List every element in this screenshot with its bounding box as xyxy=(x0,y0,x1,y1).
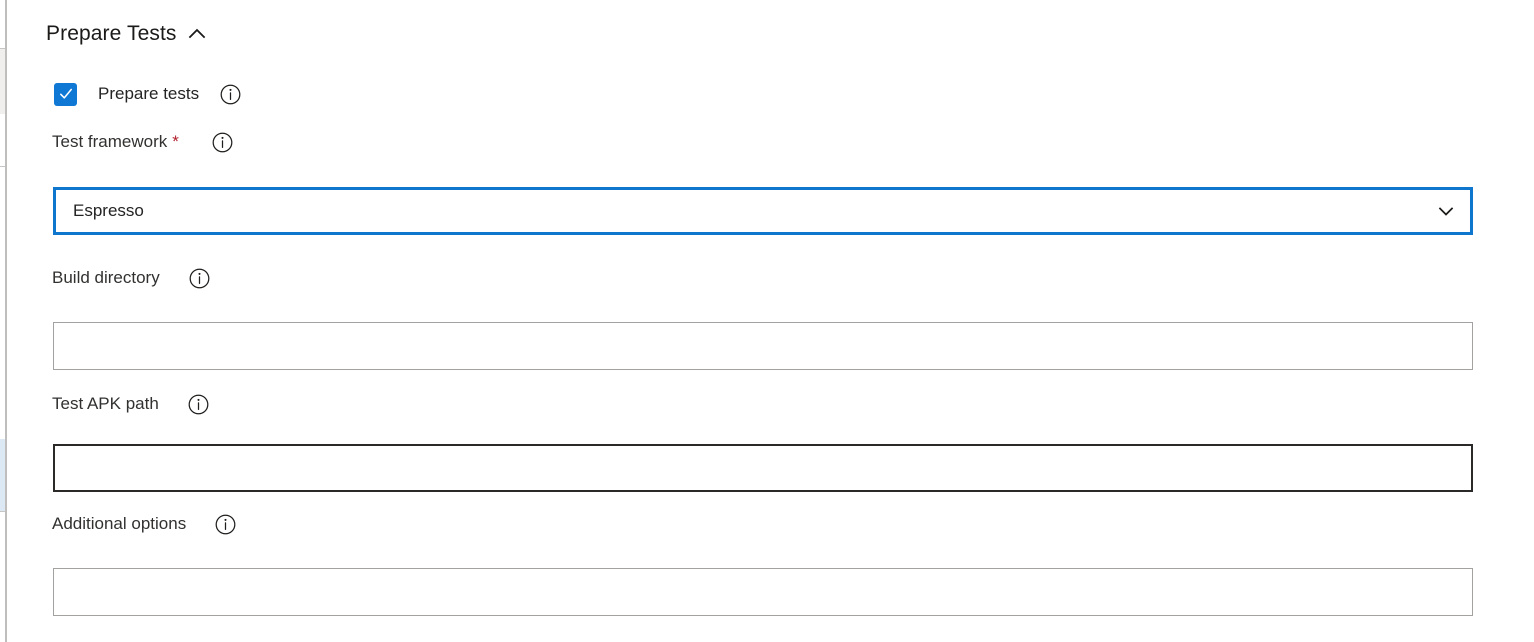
test-framework-dropdown[interactable]: Espresso xyxy=(53,187,1473,235)
section-title: Prepare Tests xyxy=(46,22,177,45)
test-framework-selected-value: Espresso xyxy=(73,201,144,220)
prepare-tests-checkbox-label[interactable]: Prepare tests xyxy=(98,82,199,106)
prepare-tests-form: Prepare Tests Prepare tests Test framewo… xyxy=(0,0,1534,642)
sidebar-edge-strip xyxy=(0,0,7,642)
info-icon[interactable] xyxy=(189,268,210,289)
info-icon[interactable] xyxy=(188,394,209,415)
additional-options-label-row: Additional options xyxy=(52,512,236,536)
content-pane: Prepare Tests Prepare tests Test framewo… xyxy=(7,0,1534,642)
build-directory-label: Build directory xyxy=(52,268,160,287)
test-apk-path-label-row: Test APK path xyxy=(52,392,209,416)
additional-options-label: Additional options xyxy=(52,514,187,533)
section-header-prepare-tests[interactable]: Prepare Tests xyxy=(46,20,208,48)
build-directory-label-row: Build directory xyxy=(52,266,210,290)
chevron-up-icon[interactable] xyxy=(186,23,208,45)
prepare-tests-checkbox[interactable] xyxy=(54,82,77,106)
test-framework-label: Test framework xyxy=(52,132,168,151)
chevron-down-icon[interactable] xyxy=(1436,201,1456,221)
required-indicator: * xyxy=(172,132,179,151)
test-apk-path-label: Test APK path xyxy=(52,394,159,413)
info-icon[interactable] xyxy=(215,514,236,535)
info-icon[interactable] xyxy=(220,84,241,105)
test-apk-path-input[interactable] xyxy=(53,444,1473,492)
test-framework-label-row: Test framework * xyxy=(52,130,233,154)
info-icon[interactable] xyxy=(212,132,233,153)
build-directory-input[interactable] xyxy=(53,322,1473,370)
additional-options-input[interactable] xyxy=(53,568,1473,616)
prepare-tests-checkbox-row: Prepare tests xyxy=(54,82,241,106)
